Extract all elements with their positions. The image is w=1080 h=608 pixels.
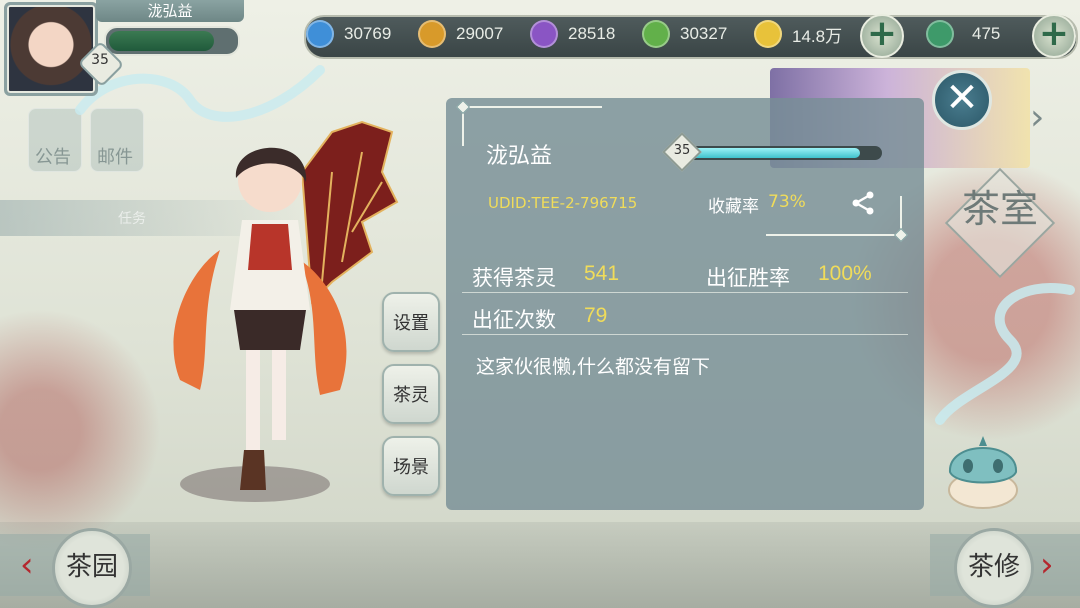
currency-item: 30327 — [642, 18, 727, 50]
settings-button[interactable]: 设置 — [382, 292, 440, 352]
tea-cultivation-button[interactable]: 茶修 — [954, 528, 1034, 608]
currency-item: 14.8万 — [754, 18, 842, 50]
coin-icon — [754, 20, 782, 48]
currency-item: 29007 — [418, 18, 503, 50]
currency-value: 29007 — [456, 24, 504, 43]
add-jade-button[interactable]: + — [1032, 14, 1076, 58]
chevron-right-icon: › — [1030, 97, 1045, 138]
close-button[interactable]: ✕ — [932, 70, 992, 130]
expedition-count-label: 出征次数 — [472, 308, 556, 332]
announcement-label: 公告 — [35, 147, 71, 168]
currency-item: 475 — [926, 18, 1000, 50]
chevron-right-icon: › — [1040, 545, 1054, 585]
favorite-rate-label: 收藏率 — [708, 197, 759, 217]
tea-garden-button[interactable]: 茶园 — [52, 528, 132, 608]
currency-value: 14.8万 — [792, 26, 843, 46]
player-level-text: 35 — [673, 143, 691, 158]
player-signature: 这家伙很懒,什么都没有留下 — [476, 356, 711, 378]
exp-bar — [104, 26, 240, 56]
player-name: 泷弘益 — [486, 144, 553, 169]
green-orb-icon — [642, 20, 670, 48]
player-avatar[interactable] — [4, 2, 98, 96]
scene-button[interactable]: 场景 — [382, 436, 440, 496]
teapot-icon[interactable] — [940, 420, 1026, 512]
mist-decoration-right — [935, 283, 1075, 425]
divider — [462, 334, 908, 335]
chevron-left-icon: ‹ — [20, 545, 34, 585]
jade-icon — [926, 20, 954, 48]
spirits-value: 541 — [584, 262, 620, 285]
favorite-rate-value: 73% — [768, 192, 806, 212]
divider — [462, 292, 908, 293]
currency-item: 30769 — [306, 18, 391, 50]
player-level-bar-fill — [678, 148, 860, 158]
mail-label: 邮件 — [97, 147, 133, 168]
currency-item: 28518 — [530, 18, 615, 50]
level-badge-text: 35 — [91, 52, 109, 68]
exp-bar-fill — [109, 31, 215, 51]
bottom-bar — [0, 522, 1080, 608]
spirits-label: 获得茶灵 — [472, 266, 556, 290]
win-rate-label: 出征胜率 — [706, 266, 790, 290]
currency-value: 30769 — [344, 24, 392, 43]
tea-spirit-button[interactable]: 茶灵 — [382, 364, 440, 424]
currency-value: 30327 — [680, 24, 728, 43]
share-icon[interactable] — [850, 190, 876, 216]
background-strip-label: 任务 — [118, 211, 146, 227]
player-udid: UDID:TEE-2-796715 — [488, 194, 638, 212]
character-illustration — [173, 147, 347, 490]
player-name-plate: 泷弘益 — [96, 0, 244, 22]
gold-orb-icon — [418, 20, 446, 48]
purple-orb-icon — [530, 20, 558, 48]
win-rate-value: 100% — [818, 262, 872, 285]
blue-orb-icon — [306, 20, 334, 48]
close-icon: ✕ — [945, 75, 979, 121]
expedition-count-value: 79 — [584, 304, 608, 327]
tea-room-label: 茶室 — [961, 187, 1038, 231]
currency-value: 475 — [972, 24, 1001, 43]
currency-value: 28518 — [568, 24, 616, 43]
frame-line — [462, 106, 602, 108]
add-currency-button[interactable]: + — [860, 14, 904, 58]
frame-line — [766, 234, 900, 236]
player-level-bar — [676, 146, 882, 160]
